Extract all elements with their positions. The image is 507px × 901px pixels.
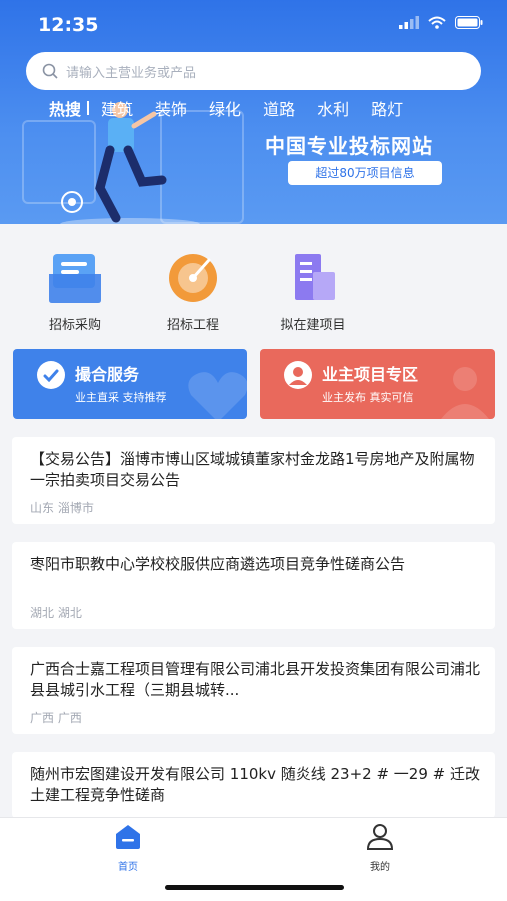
project-location: 广西 广西 <box>30 711 82 725</box>
category-procurement[interactable]: 招标采购 <box>25 250 125 333</box>
hot-keyword[interactable]: 建筑 <box>101 96 133 120</box>
project-title: 随州市宏图建设开发有限公司 110kv 随炎线 23+2 # 一29 # 迁改土… <box>30 765 480 804</box>
battery-icon <box>455 16 483 29</box>
hot-keyword[interactable]: 绿化 <box>209 96 241 120</box>
project-item[interactable]: 随州市宏图建设开发有限公司 110kv 随炎线 23+2 # 一29 # 迁改土… <box>12 752 495 818</box>
service-tags: 业主发布 真实可信 <box>322 391 414 404</box>
signal-icon <box>399 16 419 29</box>
tab-mine-label: 我的 <box>370 862 390 873</box>
owner-project-card[interactable]: 业主项目专区 业主发布 真实可信 <box>260 349 495 419</box>
hot-keyword[interactable]: 水利 <box>317 96 349 120</box>
search-icon <box>42 63 58 79</box>
service-title: 业主项目专区 <box>322 365 419 384</box>
divider <box>87 101 90 115</box>
project-location: 山东 淄博市 <box>30 501 94 515</box>
hot-search-label: 热搜 <box>49 100 82 119</box>
target-icon <box>169 254 217 302</box>
category-label: 招标工程 <box>166 318 219 333</box>
project-title: 【交易公告】淄博市博山区域城镇董家村金龙路1号房地产及附属物一宗拍卖项目交易公告 <box>30 450 475 489</box>
matching-service-card[interactable]: 撮合服务 业主直采 支持推荐 <box>13 349 247 419</box>
home-indicator <box>165 885 344 890</box>
project-item[interactable]: 广西合士嘉工程项目管理有限公司浦北县开发投资集团有限公司浦北县县城引水工程（三期… <box>12 647 495 734</box>
handshake-icon <box>37 361 65 389</box>
search-bar[interactable]: 请输入主营业务或产品 <box>26 52 481 90</box>
search-input[interactable]: 请输入主营业务或产品 <box>66 62 196 81</box>
user-icon <box>366 824 394 850</box>
hot-keyword[interactable]: 路灯 <box>371 96 403 120</box>
banner-slogan: 中国专业投标网站 <box>265 134 433 158</box>
hot-keyword[interactable]: 道路 <box>263 96 295 120</box>
category-grid: 招标采购 招标工程 拟在建项目 <box>0 250 507 333</box>
project-location: 湖北 湖北 <box>30 606 82 620</box>
user-icon <box>284 361 312 389</box>
category-label: 拟在建项目 <box>280 318 346 333</box>
banner-badge: 超过80万项目信息 <box>288 161 442 185</box>
project-item[interactable]: 【交易公告】淄博市博山区域城镇董家村金龙路1号房地产及附属物一宗拍卖项目交易公告… <box>12 437 495 524</box>
service-title: 撮合服务 <box>75 365 140 384</box>
category-planned-projects[interactable]: 拟在建项目 <box>263 250 363 333</box>
project-title: 枣阳市职教中心学校校服供应商遴选项目竞争性磋商公告 <box>30 555 406 573</box>
project-title: 广西合士嘉工程项目管理有限公司浦北县开发投资集团有限公司浦北县县城引水工程（三期… <box>30 660 481 699</box>
hero-banner: 12:35 请输入主营业务或产品 热搜 建筑 装饰 绿化 道路 水利 路灯 中国… <box>0 0 507 224</box>
tab-home[interactable]: 首页 <box>88 822 168 873</box>
category-engineering[interactable]: 招标工程 <box>143 250 243 333</box>
building-icon <box>295 254 335 300</box>
person-decoration <box>441 367 489 419</box>
status-time: 12:35 <box>38 14 99 36</box>
heart-decoration <box>188 372 247 419</box>
hot-keyword[interactable]: 装饰 <box>155 96 187 120</box>
project-item[interactable]: 枣阳市职教中心学校校服供应商遴选项目竞争性磋商公告 湖北 湖北 <box>12 542 495 629</box>
status-bar: 12:35 <box>0 10 507 42</box>
category-label: 招标采购 <box>48 318 101 333</box>
service-tags: 业主直采 支持推荐 <box>75 391 167 404</box>
hot-search-row: 热搜 建筑 装饰 绿化 道路 水利 路灯 <box>49 96 425 120</box>
home-icon <box>116 825 140 849</box>
folder-icon <box>49 254 101 303</box>
tab-home-label: 首页 <box>118 862 138 873</box>
wifi-icon <box>428 16 446 29</box>
tab-mine[interactable]: 我的 <box>340 822 420 873</box>
status-icons <box>399 16 483 29</box>
